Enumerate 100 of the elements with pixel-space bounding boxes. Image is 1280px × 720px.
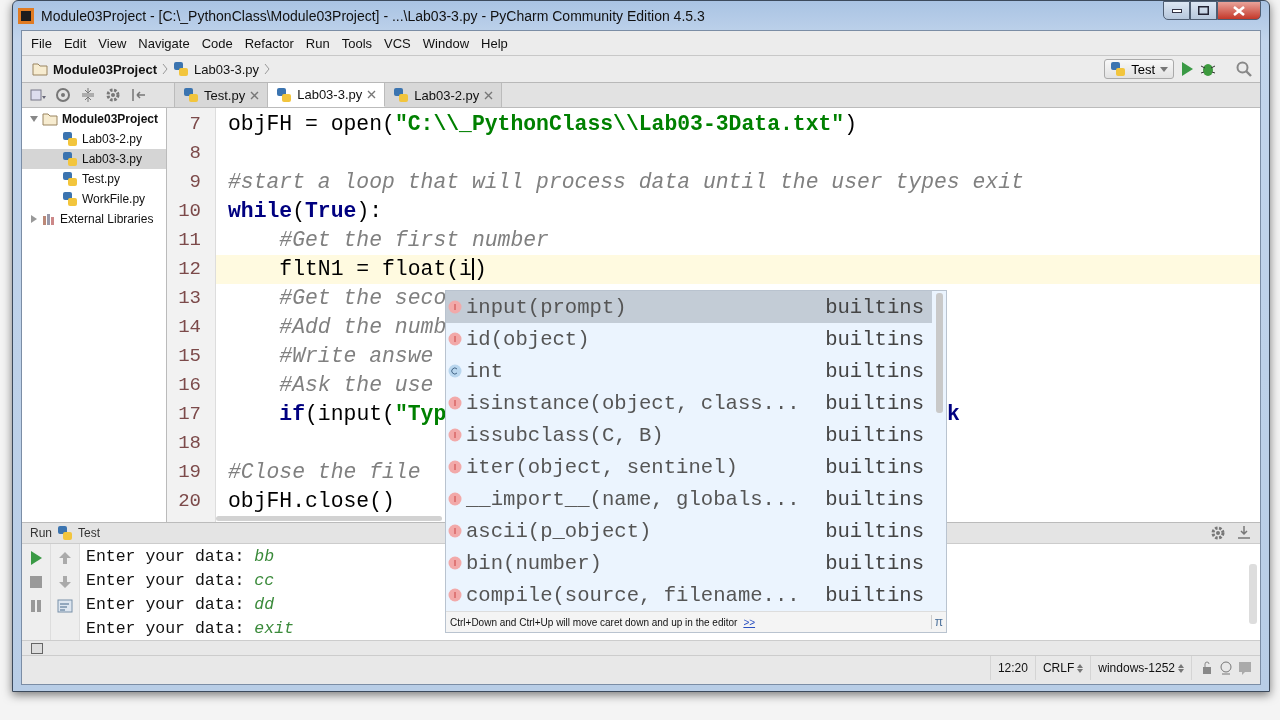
- settings-icon[interactable]: [105, 87, 121, 103]
- layout-icon[interactable]: [30, 87, 46, 103]
- collapsed-arrow-icon: [30, 215, 38, 223]
- completion-item[interactable]: id(object) builtins: [446, 323, 932, 355]
- run-config-dropdown[interactable]: Test: [1104, 59, 1174, 79]
- dropdown-arrow-icon: [1160, 66, 1168, 72]
- folder-icon: [42, 112, 58, 126]
- tree-item[interactable]: Test.py: [22, 169, 166, 189]
- class-icon: [448, 364, 462, 378]
- code-line: #start a loop that will process data until the user types exit: [228, 170, 1024, 194]
- menu-item[interactable]: Navigate: [133, 33, 195, 53]
- python-file-icon: [183, 87, 199, 103]
- code-line: #Ask the use: [278, 373, 434, 397]
- line-number: 14: [177, 315, 202, 340]
- breadcrumb-item[interactable]: Module03Project: [32, 61, 158, 77]
- maximize-button[interactable]: [1190, 1, 1217, 20]
- line-number: 11: [177, 228, 202, 253]
- scrollbar-thumb[interactable]: [216, 516, 442, 521]
- editor-tab[interactable]: Test.py: [175, 83, 269, 107]
- completion-item[interactable]: bin(number) builtins: [446, 547, 932, 579]
- breadcrumb-item[interactable]: Lab03-3.py: [173, 61, 260, 77]
- function-icon: [448, 396, 462, 410]
- console-line: Enter your data: exit: [86, 618, 294, 640]
- function-icon: [448, 492, 462, 506]
- minimize-button[interactable]: [1163, 1, 1190, 20]
- menu-item[interactable]: Code: [196, 33, 238, 53]
- completion-item[interactable]: isinstance(object, class... builtins: [446, 387, 932, 419]
- tool-window-icon[interactable]: [30, 641, 44, 655]
- line-number: 18: [177, 431, 202, 456]
- pi-glyph[interactable]: π: [930, 615, 946, 629]
- more-link[interactable]: >>: [743, 616, 756, 628]
- menu-item[interactable]: Refactor: [239, 33, 299, 53]
- menu-item[interactable]: Edit: [58, 33, 92, 53]
- tree-item[interactable]: Lab03-3.py: [22, 149, 166, 169]
- python-file-icon: [276, 86, 293, 103]
- completion-item[interactable]: ascii(p_object) builtins: [446, 515, 932, 547]
- line-number: 7: [188, 112, 202, 137]
- search-icon[interactable]: [1236, 61, 1252, 77]
- function-icon: [448, 300, 462, 314]
- window-title: Module03Project - [C:\_PythonClass\Module03Project] - ...\Lab03-3.py - PyCharm Community Edition 4.5.3: [41, 7, 705, 24]
- code-fragment: k: [947, 401, 960, 428]
- down-arrow-icon[interactable]: [57, 574, 73, 590]
- close-icon[interactable]: [484, 90, 494, 100]
- maximize-icon: [1198, 6, 1209, 15]
- scrollbar-thumb[interactable]: [1249, 564, 1257, 624]
- pause-icon[interactable]: [28, 598, 44, 614]
- tree-item[interactable]: Lab03-2.py: [22, 129, 166, 149]
- line-number: 8: [188, 141, 202, 166]
- completion-item[interactable]: issubclass(C, B) builtins: [446, 419, 932, 451]
- line-number: 12: [177, 257, 202, 282]
- completion-item[interactable]: input(prompt) builtins: [446, 291, 932, 323]
- code-line: #Write answe: [278, 344, 434, 368]
- editor-tab[interactable]: Lab03-3.py: [268, 83, 386, 107]
- editor-tab[interactable]: Lab03-2.py: [385, 83, 503, 107]
- settings-icon[interactable]: [1210, 525, 1226, 541]
- python-file-icon: [173, 61, 190, 77]
- menu-item[interactable]: Run: [300, 33, 335, 53]
- code-line: fltN1 = float(i): [278, 257, 487, 281]
- code-line: if(input("Typ: [278, 402, 447, 426]
- run-config-tab[interactable]: Test: [78, 526, 101, 540]
- encoding-selector[interactable]: windows-1252: [1098, 661, 1175, 675]
- stop-icon[interactable]: [28, 574, 44, 590]
- code-line: #Get the first number: [278, 228, 549, 252]
- close-button[interactable]: [1217, 1, 1261, 20]
- menu-item[interactable]: Help: [476, 33, 513, 53]
- completion-item[interactable]: int builtins: [446, 355, 932, 387]
- panel-title: Run: [30, 526, 52, 540]
- function-icon: [448, 460, 462, 474]
- hide-panel-icon[interactable]: [130, 87, 146, 103]
- hide-panel-icon[interactable]: [1236, 525, 1252, 541]
- collapse-icon[interactable]: [80, 87, 96, 103]
- wrap-icon[interactable]: [57, 598, 73, 614]
- menu-item[interactable]: Tools: [336, 33, 378, 53]
- completion-item[interactable]: iter(object, sentinel) builtins: [446, 451, 932, 483]
- caret-position[interactable]: 12:20: [989, 656, 1035, 680]
- completion-item[interactable]: compile(source, filename... builtins: [446, 579, 932, 611]
- tree-item[interactable]: External Libraries: [22, 209, 166, 229]
- line-separator-selector[interactable]: CRLF: [1042, 661, 1075, 675]
- menu-item[interactable]: File: [26, 33, 57, 53]
- menu-item[interactable]: VCS: [379, 33, 416, 53]
- up-arrow-icon[interactable]: [57, 550, 73, 566]
- bug-icon[interactable]: [1200, 61, 1216, 77]
- run-icon[interactable]: [28, 550, 44, 566]
- close-icon[interactable]: [367, 90, 377, 99]
- completion-item[interactable]: __import__(name, globals... builtins: [446, 483, 932, 515]
- event-log-icon[interactable]: [1237, 660, 1253, 676]
- target-icon[interactable]: [55, 87, 71, 103]
- tree-item[interactable]: WorkFile.py: [22, 189, 166, 209]
- line-number: 10: [177, 199, 202, 224]
- tree-item[interactable]: Module03Project: [22, 109, 166, 129]
- menu-item[interactable]: Window: [417, 33, 475, 53]
- inspector-icon[interactable]: [1218, 660, 1234, 676]
- menu-item[interactable]: View: [93, 33, 132, 53]
- close-icon[interactable]: [250, 90, 260, 100]
- scrollbar-thumb[interactable]: [936, 293, 943, 413]
- run-icon[interactable]: [1179, 61, 1195, 77]
- function-icon: [448, 556, 462, 570]
- hint-text: Ctrl+Down and Ctrl+Up will move caret down and up in the editor: [450, 616, 738, 628]
- folder-icon: [32, 62, 48, 76]
- chevron-icon: [264, 63, 271, 75]
